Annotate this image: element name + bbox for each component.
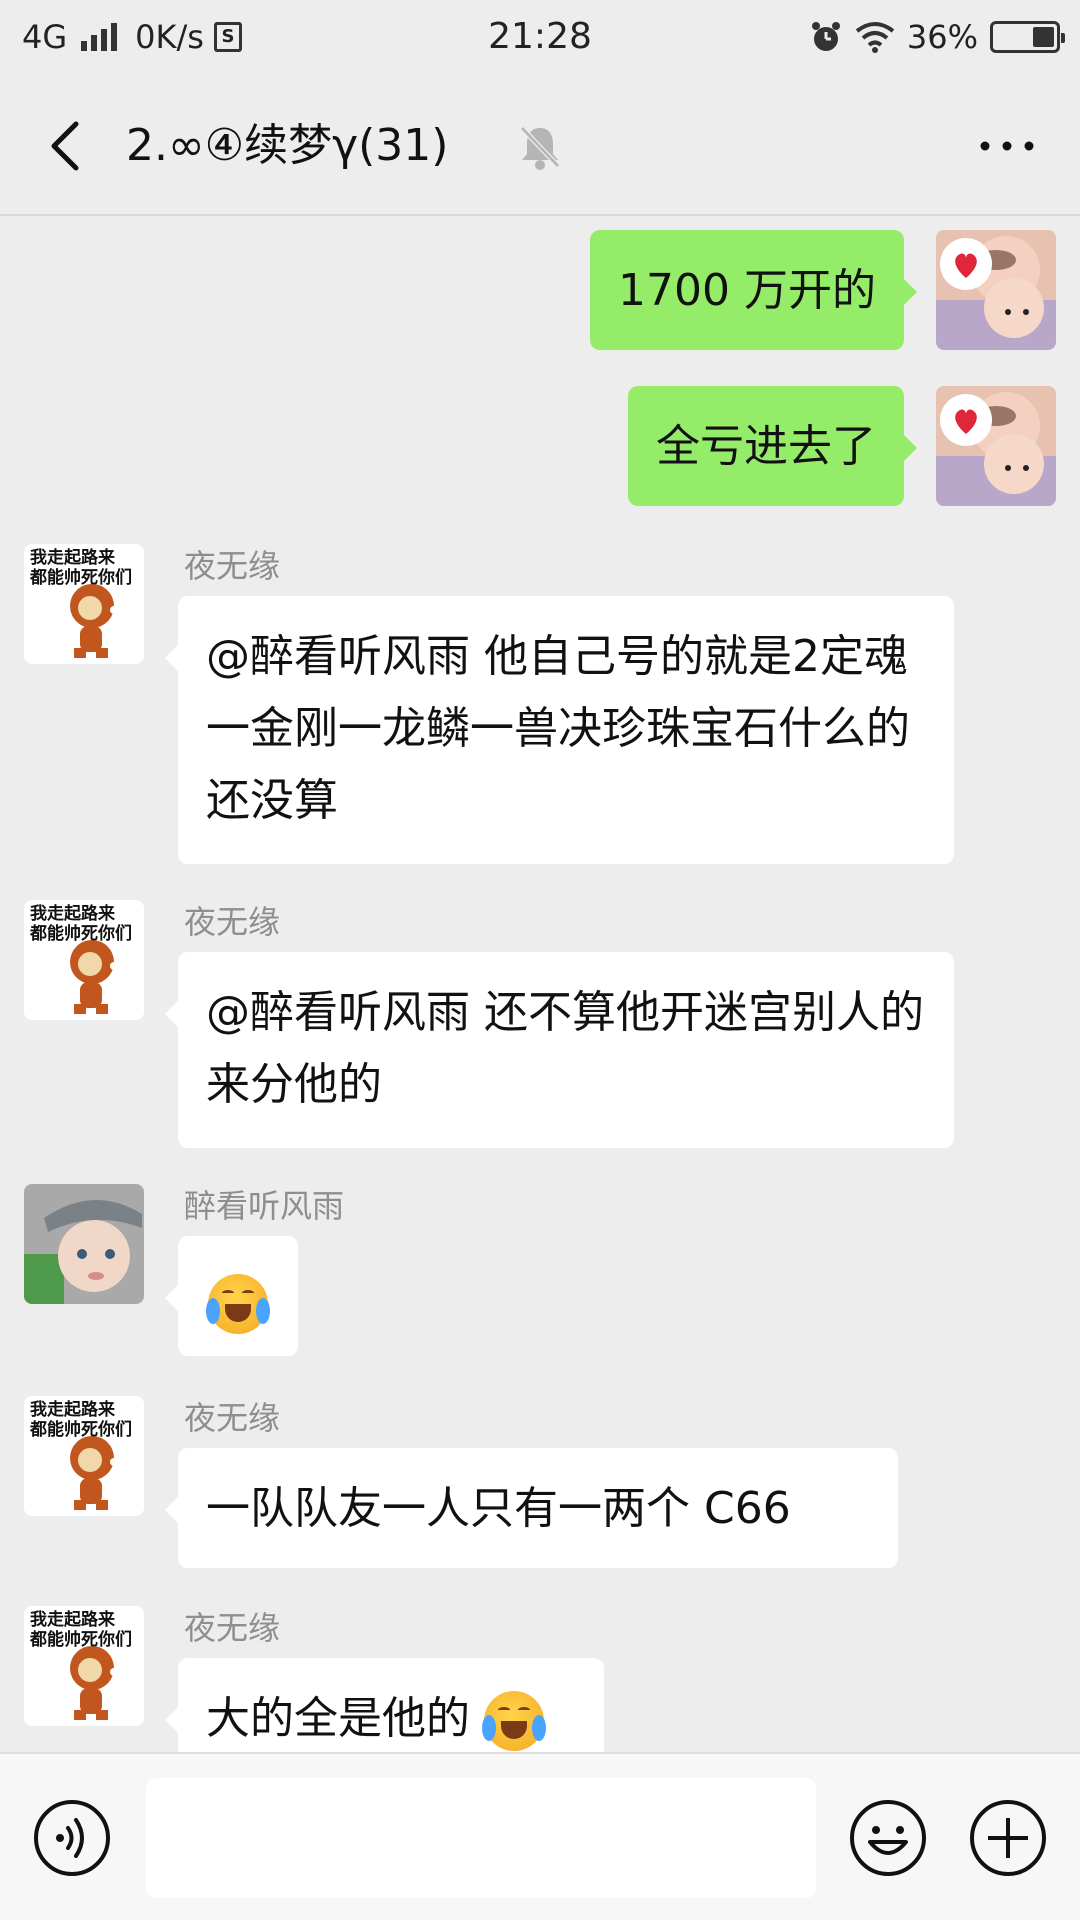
back-icon[interactable] <box>36 114 96 178</box>
voice-icon[interactable] <box>32 1798 112 1878</box>
sender-name: 夜无缘 <box>184 547 281 585</box>
kid-avatar-image <box>24 1184 144 1304</box>
sender-name: 夜无缘 <box>184 903 281 941</box>
message-row-received: 我走起路来 都能帅死你们 夜无缘 @醉看听风雨 他自己号的就是2定魂一金刚一龙鳞一… <box>0 544 1080 884</box>
crying-laughing-emoji <box>482 1691 546 1751</box>
sent-bubble[interactable]: 全亏进去了 <box>628 386 917 506</box>
message-text: 一队队友一人只有一两个 C66 <box>206 1483 791 1534</box>
message-text: 1700 万开的 <box>618 265 876 316</box>
input-bar <box>0 1752 1080 1920</box>
status-right: 36% <box>809 0 1065 74</box>
meme-caption: 我走起路来 都能帅死你们 <box>30 548 132 588</box>
kid-avatar[interactable] <box>24 1184 144 1304</box>
meme-caption: 我走起路来 都能帅死你们 <box>30 904 132 944</box>
message-list[interactable]: 1700 万开的 全亏进去了 我走起路来 都能帅死你们 夜无缘 @醉看听风雨 他… <box>0 216 1080 1752</box>
received-bubble[interactable]: @醉看听风雨 他自己号的就是2定魂一金刚一龙鳞一兽决珍珠宝石什么的还没算 <box>165 596 954 864</box>
crying-laughing-emoji <box>206 1274 270 1334</box>
battery-icon <box>990 21 1065 53</box>
sender-name: 醉看听风雨 <box>184 1187 345 1225</box>
emoji-icon[interactable] <box>848 1798 928 1878</box>
message-row-received: 我走起路来 都能帅死你们 夜无缘 大的全是他的 <box>0 1606 1080 1752</box>
wifi-icon <box>855 22 895 53</box>
received-bubble[interactable] <box>165 1236 298 1356</box>
message-text: @醉看听风雨 还不算他开迷宫别人的来分他的 <box>206 987 924 1110</box>
babies-avatar[interactable] <box>936 386 1056 506</box>
message-input[interactable] <box>146 1778 816 1898</box>
sender-name: 夜无缘 <box>184 1399 281 1437</box>
meme-caption: 我走起路来 都能帅死你们 <box>30 1610 132 1650</box>
mute-icon <box>520 126 560 170</box>
meme-avatar[interactable]: 我走起路来 都能帅死你们 <box>24 900 144 1020</box>
message-text: 全亏进去了 <box>656 421 876 472</box>
received-bubble[interactable]: 大的全是他的 <box>165 1658 604 1752</box>
battery-fill <box>1033 27 1054 47</box>
message-row-received: 我走起路来 都能帅死你们 夜无缘 @醉看听风雨 还不算他开迷宫别人的来分他的 <box>0 900 1080 1170</box>
message-text: @醉看听风雨 他自己号的就是2定魂一金刚一龙鳞一兽决珍珠宝石什么的还没算 <box>206 631 910 826</box>
battery-percent: 36% <box>906 18 978 56</box>
message-text: 大的全是他的 <box>206 1693 470 1744</box>
sender-name: 夜无缘 <box>184 1609 281 1647</box>
more-icon[interactable] <box>972 114 1042 178</box>
received-bubble[interactable]: @醉看听风雨 还不算他开迷宫别人的来分他的 <box>165 952 954 1148</box>
message-row-received: 醉看听风雨 <box>0 1184 1080 1364</box>
meme-avatar[interactable]: 我走起路来 都能帅死你们 <box>24 544 144 664</box>
chat-header: 2.∞④续梦γ(31) <box>0 74 1080 216</box>
meme-avatar[interactable]: 我走起路来 都能帅死你们 <box>24 1606 144 1726</box>
meme-avatar[interactable]: 我走起路来 都能帅死你们 <box>24 1396 144 1516</box>
babies-avatar-image <box>936 230 1056 350</box>
sent-bubble[interactable]: 1700 万开的 <box>590 230 917 350</box>
received-bubble[interactable]: 一队队友一人只有一两个 C66 <box>165 1448 898 1568</box>
message-row-sent: 全亏进去了 <box>0 372 1080 512</box>
chat-title: 2.∞④续梦γ(31) <box>126 120 449 171</box>
status-bar: 4G 0K/s S 21:28 36% <box>0 0 1080 74</box>
message-row-sent: 1700 万开的 <box>0 216 1080 356</box>
meme-caption: 我走起路来 都能帅死你们 <box>30 1400 132 1440</box>
plus-icon[interactable] <box>968 1798 1048 1878</box>
babies-avatar[interactable] <box>936 230 1056 350</box>
babies-avatar-image <box>936 386 1056 506</box>
alarm-icon <box>811 22 840 51</box>
message-row-received: 我走起路来 都能帅死你们 夜无缘 一队队友一人只有一两个 C66 <box>0 1396 1080 1576</box>
